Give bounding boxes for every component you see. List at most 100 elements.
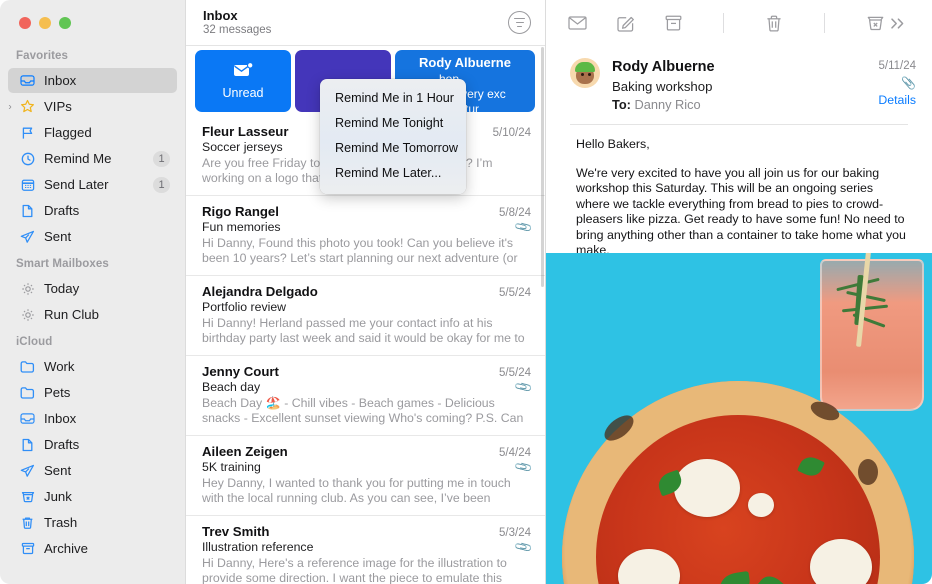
- zoom-button[interactable]: [59, 17, 71, 29]
- table-row[interactable]: Aileen Zeigen 5/4/24 5K training 📎 Hey D…: [186, 436, 545, 516]
- chevron-right-icon[interactable]: ›: [4, 101, 16, 112]
- message-list-pane: Inbox 32 messages Unread Rem Rody Albuer…: [186, 0, 546, 584]
- sidebar-item-drafts[interactable]: Drafts: [8, 198, 177, 223]
- reader-toolbar: [546, 0, 932, 46]
- message-subject: Portfolio review: [202, 300, 287, 314]
- swipe-unread-button[interactable]: Unread: [195, 50, 291, 112]
- message-sender-name: Rody Albuerne: [612, 59, 715, 75]
- archive-button[interactable]: [662, 12, 684, 34]
- sidebar-item-work[interactable]: Work: [8, 354, 177, 379]
- calendar-icon: [18, 177, 37, 193]
- mailbox-title: Inbox: [203, 7, 238, 23]
- message-from: Trev Smith: [202, 524, 270, 539]
- table-row[interactable]: Alejandra Delgado 5/5/24 Portfolio revie…: [186, 276, 545, 356]
- sidebar-item-label: Today: [44, 281, 80, 296]
- paper-plane-icon: [18, 229, 37, 245]
- close-button[interactable]: [19, 17, 31, 29]
- filter-icon[interactable]: [508, 11, 531, 34]
- compose-button[interactable]: [614, 12, 636, 34]
- message-subject: 5K training: [202, 460, 261, 474]
- sidebar-item-run-club[interactable]: Run Club: [8, 302, 177, 327]
- message-body: Hello Bakers, We're very excited to have…: [546, 125, 932, 259]
- table-row[interactable]: Trev Smith 5/3/24 Illustration reference…: [186, 516, 545, 584]
- sidebar-item-today[interactable]: Today: [8, 276, 177, 301]
- more-button[interactable]: [886, 12, 908, 34]
- paperclip-icon: 📎: [901, 76, 916, 90]
- message-preview: Hi Danny, Found this photo you took! Can…: [202, 236, 518, 265]
- message-from: Rigo Rangel: [202, 204, 279, 219]
- message-subject: Fun memories: [202, 220, 281, 234]
- traffic-lights: [0, 0, 185, 42]
- gear-icon: [18, 281, 37, 297]
- reading-pane: Rody Albuerne Baking workshop To: Danny …: [546, 0, 932, 584]
- sidebar-item-inbox-icloud[interactable]: Inbox: [8, 406, 177, 431]
- sidebar-item-label: Flagged: [44, 125, 92, 140]
- details-link[interactable]: Details: [854, 91, 916, 109]
- swipe-unread-label: Unread: [222, 86, 264, 100]
- clock-icon: [18, 151, 37, 167]
- table-row[interactable]: Rigo Rangel 5/8/24 Fun memories 📎 Hi Dan…: [186, 196, 545, 276]
- sidebar-item-send-later[interactable]: Send Later 1: [8, 172, 177, 197]
- junk-button[interactable]: [864, 12, 886, 34]
- pizza: [562, 381, 914, 584]
- minimize-button[interactable]: [39, 17, 51, 29]
- menu-item-remind-1-hour[interactable]: Remind Me in 1 Hour: [320, 86, 466, 111]
- sidebar-item-vips[interactable]: › VIPs: [8, 94, 177, 119]
- sidebar-item-pets[interactable]: Pets: [8, 380, 177, 405]
- paperclip-icon: 📎: [513, 456, 534, 478]
- sidebar-item-label: Inbox: [44, 411, 77, 426]
- menu-item-remind-later[interactable]: Remind Me Later...: [320, 161, 466, 186]
- menu-item-remind-tomorrow[interactable]: Remind Me Tomorrow: [320, 136, 466, 161]
- folder-icon: [18, 359, 37, 375]
- avatar: [570, 58, 600, 88]
- table-row[interactable]: Jenny Court 5/5/24 Beach day 📎 Beach Day…: [186, 356, 545, 436]
- sidebar-item-trash[interactable]: Trash: [8, 510, 177, 535]
- message-from: Alejandra Delgado: [202, 284, 318, 299]
- sidebar-item-sent-icloud[interactable]: Sent: [8, 458, 177, 483]
- sidebar-item-label: Drafts: [44, 437, 80, 452]
- sidebar-item-flagged[interactable]: Flagged: [8, 120, 177, 145]
- message-preview: Beach Day 🏖️ - Chill vibes - Beach games…: [202, 396, 524, 425]
- mark-unread-button[interactable]: [566, 12, 588, 34]
- paperclip-icon: 📎: [513, 216, 534, 238]
- delete-button[interactable]: [763, 12, 785, 34]
- margherita-pizza-photo[interactable]: [546, 253, 932, 584]
- message-subject: Baking workshop: [612, 79, 713, 94]
- sidebar-item-label: Junk: [44, 489, 72, 504]
- paperclip-icon: 📎: [513, 536, 534, 558]
- to-label: To:: [612, 97, 631, 112]
- sidebar-item-inbox[interactable]: Inbox: [8, 68, 177, 93]
- sidebar-item-drafts-icloud[interactable]: Drafts: [8, 432, 177, 457]
- menu-item-remind-tonight[interactable]: Remind Me Tonight: [320, 111, 466, 136]
- sidebar-item-archive[interactable]: Archive: [8, 536, 177, 561]
- message-subject: Beach day: [202, 380, 261, 394]
- sidebar-section-header: Favorites: [16, 50, 69, 62]
- message-date: 5/5/24: [499, 287, 531, 299]
- sidebar-section-header: Smart Mailboxes: [16, 258, 109, 270]
- message-list-header: Inbox 32 messages: [186, 0, 545, 46]
- toolbar-divider: [723, 13, 724, 33]
- message-list-scrollbar[interactable]: [541, 47, 544, 287]
- sidebar-item-label: Send Later: [44, 177, 109, 192]
- toolbar-divider: [824, 13, 825, 33]
- sidebar-item-label: Drafts: [44, 203, 80, 218]
- flag-icon: [18, 125, 37, 141]
- sidebar-item-junk[interactable]: Junk: [8, 484, 177, 509]
- message-subject: Illustration reference: [202, 540, 314, 554]
- message-recipient: To: Danny Rico: [612, 96, 854, 114]
- message-count: 32 messages: [203, 23, 272, 36]
- trash-icon: [18, 515, 37, 531]
- body-paragraph: We're very excited to have you all join …: [576, 165, 906, 258]
- gear-icon: [18, 307, 37, 323]
- sidebar-item-label: Pets: [44, 385, 71, 400]
- sidebar-item-sent[interactable]: Sent: [8, 224, 177, 249]
- sidebar-badge: 1: [153, 150, 170, 167]
- document-icon: [18, 437, 37, 453]
- sidebar: Favorites Inbox › VIPs Flagged Remind Me…: [0, 0, 186, 584]
- message-preview: Hey Danny, I wanted to thank you for put…: [202, 476, 511, 505]
- message-date: 5/11/24: [878, 60, 916, 72]
- star-icon: [18, 99, 37, 115]
- sidebar-item-label: Work: [44, 359, 75, 374]
- document-icon: [18, 203, 37, 219]
- sidebar-item-remind-me[interactable]: Remind Me 1: [8, 146, 177, 171]
